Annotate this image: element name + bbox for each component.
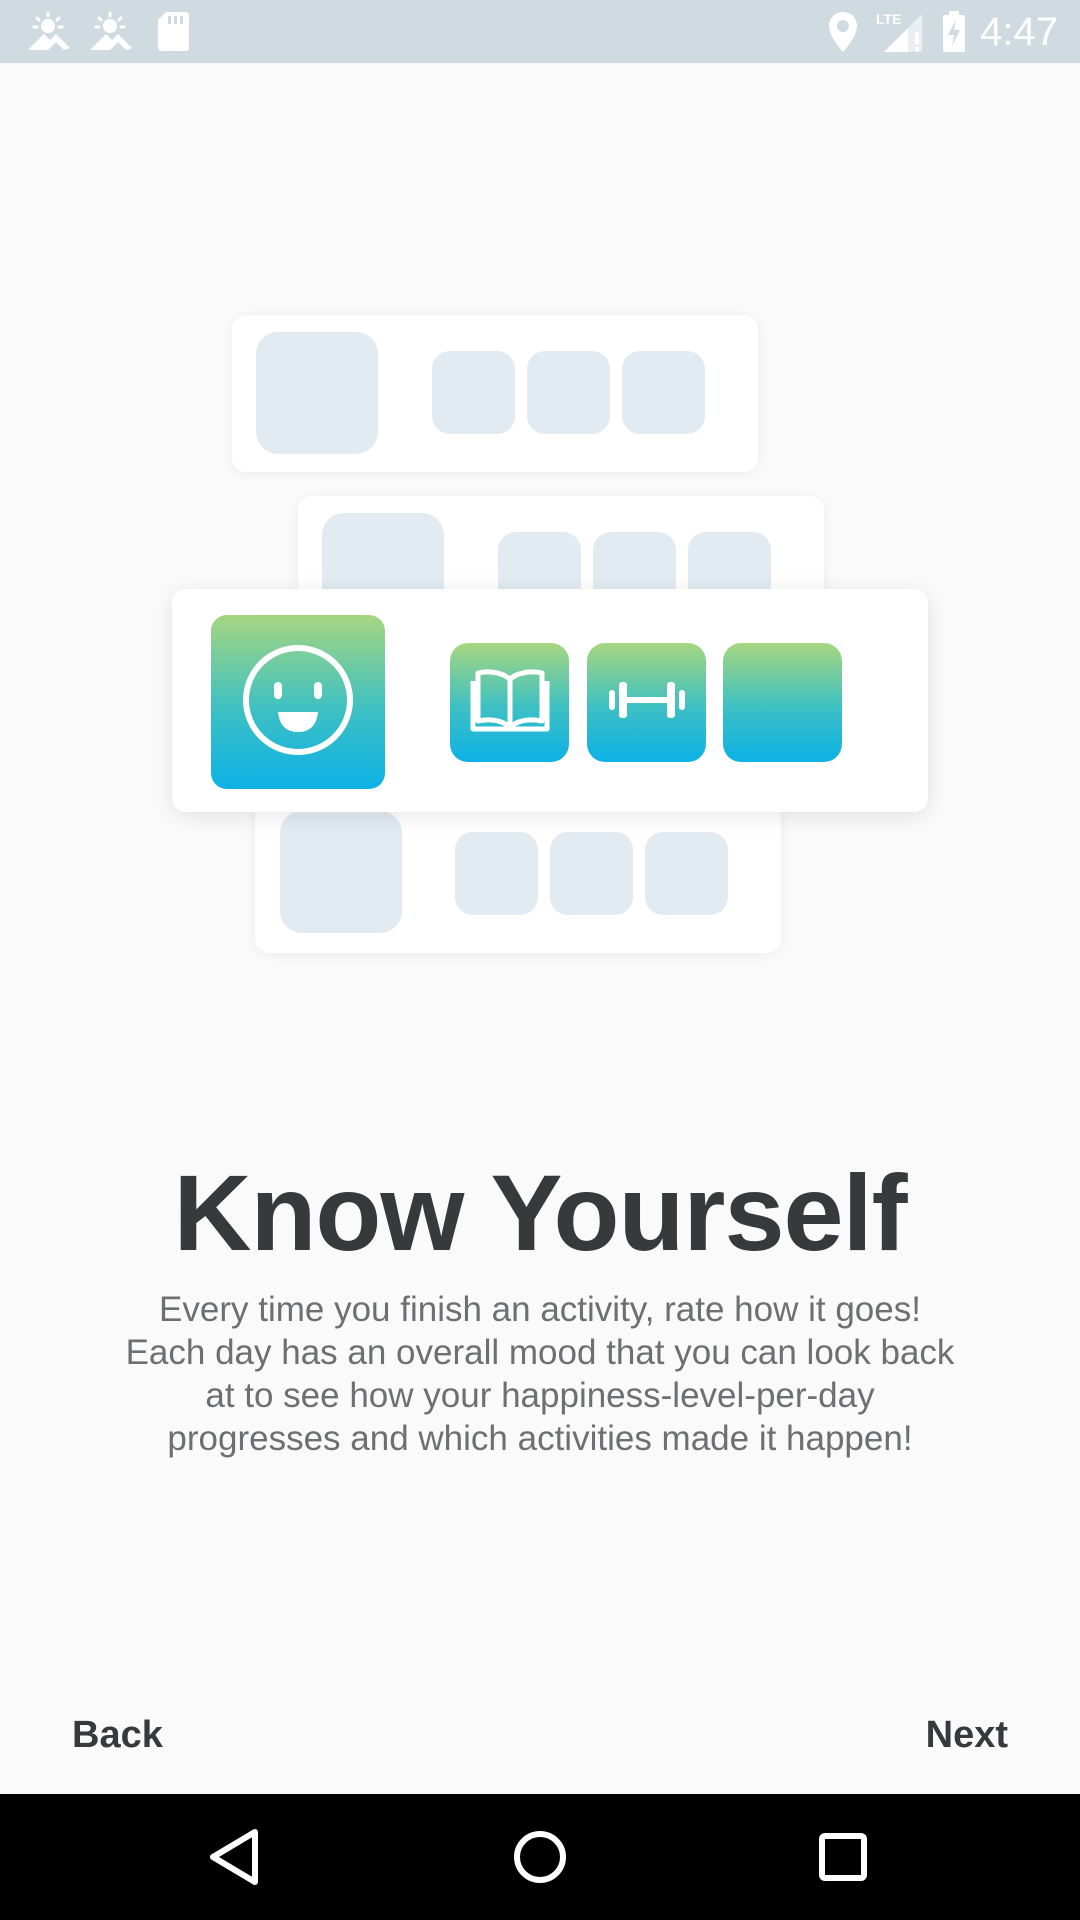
- placeholder-tile: [256, 332, 378, 454]
- network-label: LTE: [876, 11, 901, 27]
- placeholder-tile: [645, 832, 728, 915]
- placeholder-tile: [527, 351, 610, 434]
- next-button[interactable]: Next: [918, 1705, 1016, 1765]
- system-navigation-bar: [0, 1794, 1080, 1920]
- weather-icon: [86, 10, 134, 54]
- highlighted-day-card: [172, 589, 928, 812]
- onboarding-illustration: [0, 63, 1080, 1063]
- activity-tile: [450, 643, 569, 762]
- book-icon: [470, 665, 550, 740]
- onboarding-screen: LTE 4:47 Know Yourself Every time you fi…: [0, 0, 1080, 1920]
- placeholder-card: [255, 795, 781, 953]
- sd-card-icon: [156, 10, 190, 54]
- back-button[interactable]: Back: [64, 1705, 171, 1765]
- placeholder-tile: [455, 832, 538, 915]
- placeholder-card: [232, 315, 758, 472]
- status-time: 4:47: [980, 10, 1058, 54]
- recents-square-icon[interactable]: [810, 1824, 876, 1890]
- location-icon: [826, 10, 860, 54]
- status-bar: LTE 4:47: [0, 0, 1080, 63]
- battery-charging-icon: [940, 10, 968, 54]
- lte-signal-icon: LTE: [874, 10, 924, 54]
- placeholder-tile: [280, 811, 402, 933]
- mood-tile: [211, 615, 385, 789]
- activity-tile: [587, 643, 706, 762]
- activity-tile: [723, 643, 842, 762]
- weather-icon: [24, 10, 72, 54]
- back-triangle-icon[interactable]: [203, 1824, 269, 1890]
- dumbbell-icon: [607, 678, 687, 727]
- placeholder-tile: [622, 351, 705, 434]
- placeholder-tile: [432, 351, 515, 434]
- smiley-face-icon: [240, 642, 356, 763]
- placeholder-tile: [550, 832, 633, 915]
- home-circle-icon[interactable]: [507, 1824, 573, 1890]
- page-description: Every time you finish an activity, rate …: [125, 1290, 955, 1458]
- page-title: Know Yourself: [173, 1152, 907, 1273]
